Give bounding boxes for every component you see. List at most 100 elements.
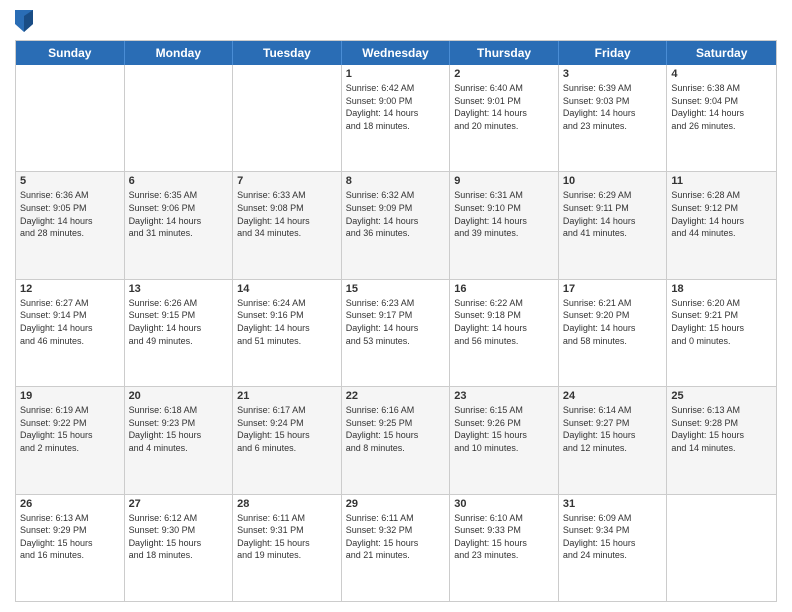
- day-number: 14: [237, 283, 337, 295]
- calendar-cell-4-3: 29 Sunrise: 6:11 AM Sunset: 9:32 PM Dayli…: [342, 495, 451, 601]
- calendar-header: SundayMondayTuesdayWednesdayThursdayFrid…: [16, 41, 776, 65]
- calendar-cell-2-0: 12 Sunrise: 6:27 AM Sunset: 9:14 PM Dayli…: [16, 280, 125, 386]
- cell-info: Sunrise: 6:21 AM Sunset: 9:20 PM Dayligh…: [563, 297, 663, 347]
- calendar-cell-3-6: 25 Sunrise: 6:13 AM Sunset: 9:28 PM Dayli…: [667, 387, 776, 493]
- day-number: 8: [346, 175, 446, 187]
- day-number: 31: [563, 498, 663, 510]
- calendar-row-4: 26 Sunrise: 6:13 AM Sunset: 9:29 PM Dayli…: [16, 494, 776, 601]
- day-number: 16: [454, 283, 554, 295]
- calendar-cell-2-2: 14Sunrise: 6:24 AM Sunset: 9:16 PM Dayli…: [233, 280, 342, 386]
- day-number: 17: [563, 283, 663, 295]
- calendar-body: 1Sunrise: 6:42 AM Sunset: 9:00 PM Daylig…: [16, 65, 776, 601]
- calendar-cell-2-4: 16 Sunrise: 6:22 AM Sunset: 9:18 PM Dayli…: [450, 280, 559, 386]
- day-number: 6: [129, 175, 229, 187]
- cell-info: Sunrise: 6:29 AM Sunset: 9:11 PM Dayligh…: [563, 189, 663, 239]
- cell-info: Sunrise: 6:20 AM Sunset: 9:21 PM Dayligh…: [671, 297, 772, 347]
- calendar-cell-0-5: 3Sunrise: 6:39 AM Sunset: 9:03 PM Daylig…: [559, 65, 668, 171]
- day-number: 18: [671, 283, 772, 295]
- day-number: 10: [563, 175, 663, 187]
- day-number: 24: [563, 390, 663, 402]
- calendar-cell-1-4: 9Sunrise: 6:31 AM Sunset: 9:10 PM Daylig…: [450, 172, 559, 278]
- day-number: 26: [20, 498, 120, 510]
- calendar-cell-1-1: 6 Sunrise: 6:35 AM Sunset: 9:06 PM Daylig…: [125, 172, 234, 278]
- day-number: 1: [346, 68, 446, 80]
- logo-icon: [15, 10, 33, 32]
- cell-info: Sunrise: 6:36 AM Sunset: 9:05 PM Dayligh…: [20, 189, 120, 239]
- day-number: 21: [237, 390, 337, 402]
- cell-info: Sunrise: 6:19 AM Sunset: 9:22 PM Dayligh…: [20, 404, 120, 454]
- cell-info: Sunrise: 6:33 AM Sunset: 9:08 PM Dayligh…: [237, 189, 337, 239]
- weekday-header-wednesday: Wednesday: [342, 41, 451, 65]
- cell-info: Sunrise: 6:10 AM Sunset: 9:33 PM Dayligh…: [454, 512, 554, 562]
- calendar-row-2: 12 Sunrise: 6:27 AM Sunset: 9:14 PM Dayli…: [16, 279, 776, 386]
- cell-info: Sunrise: 6:22 AM Sunset: 9:18 PM Dayligh…: [454, 297, 554, 347]
- calendar-cell-3-5: 24 Sunrise: 6:14 AM Sunset: 9:27 PM Dayli…: [559, 387, 668, 493]
- calendar-cell-0-3: 1Sunrise: 6:42 AM Sunset: 9:00 PM Daylig…: [342, 65, 451, 171]
- cell-info: Sunrise: 6:16 AM Sunset: 9:25 PM Dayligh…: [346, 404, 446, 454]
- day-number: 27: [129, 498, 229, 510]
- day-number: 15: [346, 283, 446, 295]
- day-number: 20: [129, 390, 229, 402]
- calendar-cell-0-1: [125, 65, 234, 171]
- calendar-cell-2-5: 17 Sunrise: 6:21 AM Sunset: 9:20 PM Dayli…: [559, 280, 668, 386]
- day-number: 9: [454, 175, 554, 187]
- cell-info: Sunrise: 6:11 AM Sunset: 9:32 PM Dayligh…: [346, 512, 446, 562]
- calendar-row-3: 19 Sunrise: 6:19 AM Sunset: 9:22 PM Dayli…: [16, 386, 776, 493]
- day-number: 7: [237, 175, 337, 187]
- cell-info: Sunrise: 6:39 AM Sunset: 9:03 PM Dayligh…: [563, 82, 663, 132]
- page-header: [15, 10, 777, 32]
- cell-info: Sunrise: 6:17 AM Sunset: 9:24 PM Dayligh…: [237, 404, 337, 454]
- day-number: 28: [237, 498, 337, 510]
- cell-info: Sunrise: 6:14 AM Sunset: 9:27 PM Dayligh…: [563, 404, 663, 454]
- weekday-header-thursday: Thursday: [450, 41, 559, 65]
- day-number: 25: [671, 390, 772, 402]
- day-number: 22: [346, 390, 446, 402]
- day-number: 29: [346, 498, 446, 510]
- calendar: SundayMondayTuesdayWednesdayThursdayFrid…: [15, 40, 777, 602]
- calendar-cell-4-5: 31 Sunrise: 6:09 AM Sunset: 9:34 PM Dayli…: [559, 495, 668, 601]
- cell-info: Sunrise: 6:11 AM Sunset: 9:31 PM Dayligh…: [237, 512, 337, 562]
- cell-info: Sunrise: 6:27 AM Sunset: 9:14 PM Dayligh…: [20, 297, 120, 347]
- day-number: 11: [671, 175, 772, 187]
- day-number: 19: [20, 390, 120, 402]
- calendar-cell-1-0: 5 Sunrise: 6:36 AM Sunset: 9:05 PM Daylig…: [16, 172, 125, 278]
- weekday-header-saturday: Saturday: [667, 41, 776, 65]
- calendar-cell-3-4: 23 Sunrise: 6:15 AM Sunset: 9:26 PM Dayli…: [450, 387, 559, 493]
- calendar-cell-3-2: 21 Sunrise: 6:17 AM Sunset: 9:24 PM Dayli…: [233, 387, 342, 493]
- day-number: 23: [454, 390, 554, 402]
- cell-info: Sunrise: 6:26 AM Sunset: 9:15 PM Dayligh…: [129, 297, 229, 347]
- weekday-header-monday: Monday: [125, 41, 234, 65]
- cell-info: Sunrise: 6:13 AM Sunset: 9:29 PM Dayligh…: [20, 512, 120, 562]
- calendar-cell-4-1: 27 Sunrise: 6:12 AM Sunset: 9:30 PM Dayli…: [125, 495, 234, 601]
- weekday-header-friday: Friday: [559, 41, 668, 65]
- cell-info: Sunrise: 6:13 AM Sunset: 9:28 PM Dayligh…: [671, 404, 772, 454]
- calendar-cell-4-4: 30Sunrise: 6:10 AM Sunset: 9:33 PM Dayli…: [450, 495, 559, 601]
- cell-info: Sunrise: 6:23 AM Sunset: 9:17 PM Dayligh…: [346, 297, 446, 347]
- cell-info: Sunrise: 6:12 AM Sunset: 9:30 PM Dayligh…: [129, 512, 229, 562]
- cell-info: Sunrise: 6:09 AM Sunset: 9:34 PM Dayligh…: [563, 512, 663, 562]
- cell-info: Sunrise: 6:40 AM Sunset: 9:01 PM Dayligh…: [454, 82, 554, 132]
- calendar-cell-1-5: 10 Sunrise: 6:29 AM Sunset: 9:11 PM Dayli…: [559, 172, 668, 278]
- day-number: 12: [20, 283, 120, 295]
- calendar-cell-0-2: [233, 65, 342, 171]
- calendar-cell-4-0: 26 Sunrise: 6:13 AM Sunset: 9:29 PM Dayli…: [16, 495, 125, 601]
- calendar-cell-0-6: 4 Sunrise: 6:38 AM Sunset: 9:04 PM Daylig…: [667, 65, 776, 171]
- day-number: 13: [129, 283, 229, 295]
- calendar-cell-4-6: [667, 495, 776, 601]
- day-number: 2: [454, 68, 554, 80]
- weekday-header-tuesday: Tuesday: [233, 41, 342, 65]
- calendar-cell-1-2: 7 Sunrise: 6:33 AM Sunset: 9:08 PM Daylig…: [233, 172, 342, 278]
- cell-info: Sunrise: 6:35 AM Sunset: 9:06 PM Dayligh…: [129, 189, 229, 239]
- calendar-cell-3-1: 20 Sunrise: 6:18 AM Sunset: 9:23 PM Dayli…: [125, 387, 234, 493]
- calendar-row-1: 5 Sunrise: 6:36 AM Sunset: 9:05 PM Daylig…: [16, 171, 776, 278]
- cell-info: Sunrise: 6:18 AM Sunset: 9:23 PM Dayligh…: [129, 404, 229, 454]
- day-number: 5: [20, 175, 120, 187]
- calendar-cell-2-6: 18 Sunrise: 6:20 AM Sunset: 9:21 PM Dayli…: [667, 280, 776, 386]
- calendar-cell-3-3: 22 Sunrise: 6:16 AM Sunset: 9:25 PM Dayli…: [342, 387, 451, 493]
- calendar-row-0: 1Sunrise: 6:42 AM Sunset: 9:00 PM Daylig…: [16, 65, 776, 171]
- cell-info: Sunrise: 6:38 AM Sunset: 9:04 PM Dayligh…: [671, 82, 772, 132]
- cell-info: Sunrise: 6:15 AM Sunset: 9:26 PM Dayligh…: [454, 404, 554, 454]
- calendar-cell-1-3: 8Sunrise: 6:32 AM Sunset: 9:09 PM Daylig…: [342, 172, 451, 278]
- calendar-cell-1-6: 11Sunrise: 6:28 AM Sunset: 9:12 PM Dayli…: [667, 172, 776, 278]
- day-number: 4: [671, 68, 772, 80]
